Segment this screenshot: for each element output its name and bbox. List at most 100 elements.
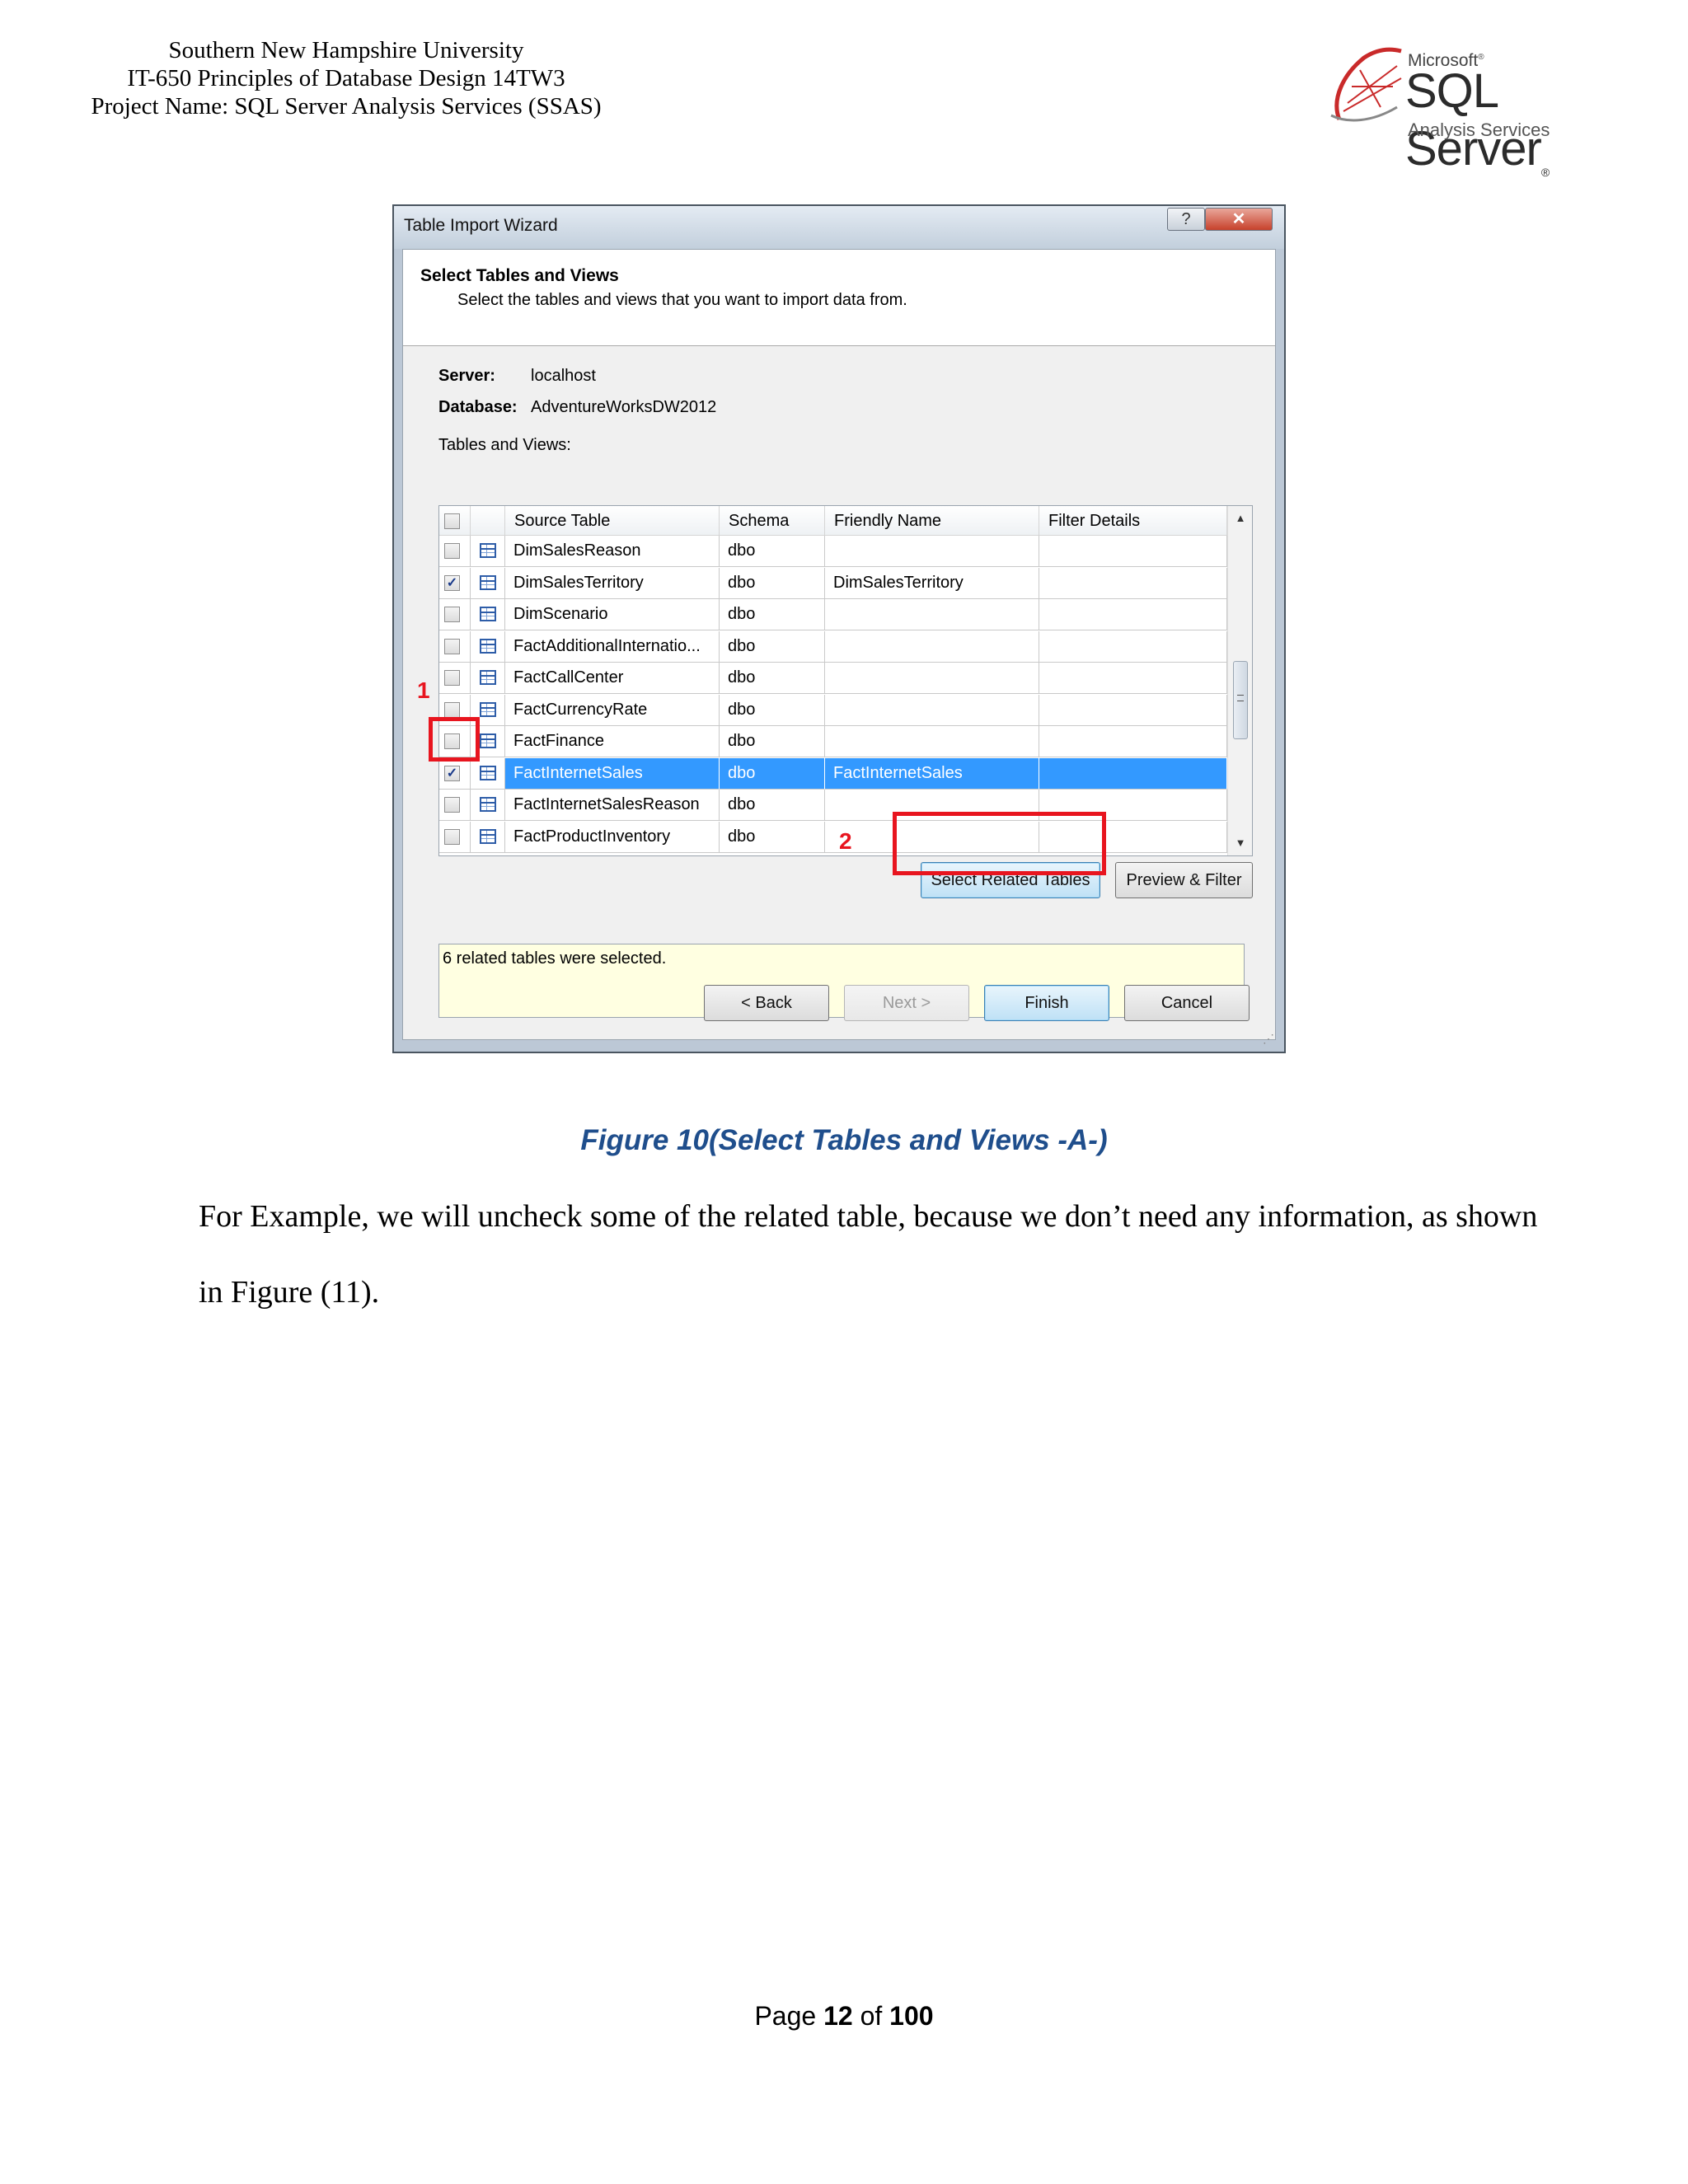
filter-details-cell[interactable] (1039, 599, 1227, 630)
checkbox-cell (439, 663, 471, 694)
source-table-cell[interactable]: DimSalesReason (505, 536, 720, 567)
icon-cell (471, 821, 505, 853)
icon-cell (471, 567, 505, 599)
schema-cell[interactable]: dbo (720, 567, 825, 599)
row-checkbox[interactable] (444, 607, 460, 622)
annotation-box-checkbox (429, 717, 480, 762)
row-checkbox[interactable]: ✓ (444, 574, 460, 591)
table-row[interactable]: FactInternetSalesReason dbo (439, 790, 1227, 821)
preview-filter-button[interactable]: Preview & Filter (1115, 862, 1253, 898)
header-select-all-cell (439, 506, 471, 536)
sql-server-logo-icon (1330, 47, 1402, 122)
row-checkbox[interactable]: ✓ (444, 765, 460, 781)
schema-cell[interactable]: dbo (720, 821, 825, 853)
table-row[interactable]: DimSalesReason dbo (439, 536, 1227, 567)
database-label: Database: (438, 398, 518, 416)
source-table-cell[interactable]: FactAdditionalInternatio... (505, 630, 720, 663)
schema-cell[interactable]: dbo (720, 599, 825, 630)
source-table-cell[interactable]: FactCurrencyRate (505, 694, 720, 726)
select-all-checkbox[interactable] (444, 513, 460, 529)
table-row[interactable]: FactAdditionalInternatio... dbo (439, 630, 1227, 663)
row-checkbox[interactable] (444, 828, 460, 845)
column-header-source-table[interactable]: Source Table (505, 506, 720, 536)
friendly-name-cell[interactable] (825, 694, 1039, 726)
figure-caption: Figure 10(Select Tables and Views -A-) (580, 1124, 1108, 1156)
filter-details-cell[interactable] (1039, 694, 1227, 726)
table-row[interactable]: FactCurrencyRate dbo (439, 694, 1227, 726)
cancel-button[interactable]: Cancel (1124, 985, 1250, 1021)
schema-cell[interactable]: dbo (720, 663, 825, 694)
icon-cell (471, 536, 505, 567)
scroll-down-arrow-icon[interactable]: ▼ (1228, 831, 1252, 855)
schema-cell[interactable]: dbo (720, 726, 825, 757)
schema-cell[interactable]: dbo (720, 536, 825, 567)
logo-subtitle: Analysis Services (1408, 120, 1550, 140)
friendly-name-cell[interactable] (825, 726, 1039, 757)
icon-cell (471, 757, 505, 790)
source-table-cell[interactable]: FactFinance (505, 726, 720, 757)
table-row[interactable]: ✓ FactInternetSales dbo FactInternetSales (439, 757, 1227, 790)
source-table-cell[interactable]: FactInternetSales (505, 757, 720, 790)
column-header-filter-details[interactable]: Filter Details (1039, 506, 1227, 536)
table-row[interactable]: ✓ DimSalesTerritory dbo DimSalesTerritory (439, 567, 1227, 599)
source-table-cell[interactable]: DimSalesTerritory (505, 567, 720, 599)
tables-grid: Source Table Schema Friendly Name Filter… (438, 505, 1253, 856)
table-row[interactable]: FactCallCenter dbo (439, 663, 1227, 694)
server-value: localhost (531, 367, 596, 385)
row-checkbox[interactable] (444, 670, 460, 686)
annotation-number-2: 2 (839, 828, 852, 854)
source-table-cell[interactable]: DimScenario (505, 599, 720, 630)
help-button[interactable]: ? (1167, 208, 1205, 231)
close-button[interactable]: ✕ (1205, 208, 1273, 231)
filter-details-cell[interactable] (1039, 663, 1227, 694)
next-button[interactable]: Next > (844, 985, 969, 1021)
wizard-banner: Select Tables and Views Select the table… (403, 250, 1275, 346)
friendly-name-cell[interactable] (825, 663, 1039, 694)
row-checkbox[interactable] (444, 701, 460, 718)
schema-cell[interactable]: dbo (720, 790, 825, 821)
schema-cell[interactable]: dbo (720, 630, 825, 663)
row-checkbox[interactable] (444, 797, 460, 813)
table-row[interactable]: FactFinance dbo (439, 726, 1227, 757)
filter-details-cell[interactable] (1039, 536, 1227, 567)
schema-cell[interactable]: dbo (720, 694, 825, 726)
icon-cell (471, 599, 505, 630)
window-client-area: Select Tables and Views Select the table… (402, 249, 1276, 1040)
schema-cell[interactable]: dbo (720, 757, 825, 790)
checkbox-cell: ✓ (439, 757, 471, 790)
column-header-schema[interactable]: Schema (720, 506, 825, 536)
database-value: AdventureWorksDW2012 (531, 398, 717, 416)
friendly-name-cell[interactable] (825, 630, 1039, 663)
table-row[interactable]: DimScenario dbo (439, 599, 1227, 630)
table-row[interactable]: FactProductInventory dbo (439, 821, 1227, 853)
source-table-cell[interactable]: FactCallCenter (505, 663, 720, 694)
row-checkbox[interactable] (444, 638, 460, 654)
table-icon (480, 701, 496, 717)
friendly-name-cell[interactable]: DimSalesTerritory (825, 567, 1039, 599)
source-table-cell[interactable]: FactInternetSalesReason (505, 790, 720, 821)
friendly-name-cell[interactable]: FactInternetSales (825, 757, 1039, 790)
checkbox-cell (439, 790, 471, 821)
row-checkbox[interactable] (444, 543, 460, 559)
back-button[interactable]: < Back (704, 985, 829, 1021)
sql-server-logo: Microsoft® SQL Server® Analysis Services (1323, 41, 1644, 179)
header-project: Project Name: SQL Server Analysis Servic… (91, 93, 602, 120)
column-header-friendly-name[interactable]: Friendly Name (825, 506, 1039, 536)
tables-and-views-label: Tables and Views: (438, 436, 571, 454)
table-icon (480, 638, 496, 654)
filter-details-cell[interactable] (1039, 630, 1227, 663)
filter-details-cell[interactable] (1039, 726, 1227, 757)
table-icon (480, 670, 496, 685)
table-import-wizard-window: Table Import Wizard ? ✕ Select Tables an… (392, 204, 1286, 1053)
scroll-up-arrow-icon[interactable]: ▲ (1228, 506, 1252, 531)
filter-details-cell[interactable] (1039, 567, 1227, 599)
resize-grip-icon[interactable]: ⋰ (1263, 1032, 1274, 1046)
table-icon (480, 543, 496, 558)
friendly-name-cell[interactable] (825, 536, 1039, 567)
source-table-cell[interactable]: FactProductInventory (505, 821, 720, 853)
finish-button[interactable]: Finish (984, 985, 1109, 1021)
filter-details-cell[interactable] (1039, 757, 1227, 790)
scroll-thumb[interactable] (1233, 661, 1248, 739)
grid-vertical-scrollbar[interactable]: ▲ ▼ (1227, 506, 1252, 855)
friendly-name-cell[interactable] (825, 599, 1039, 630)
